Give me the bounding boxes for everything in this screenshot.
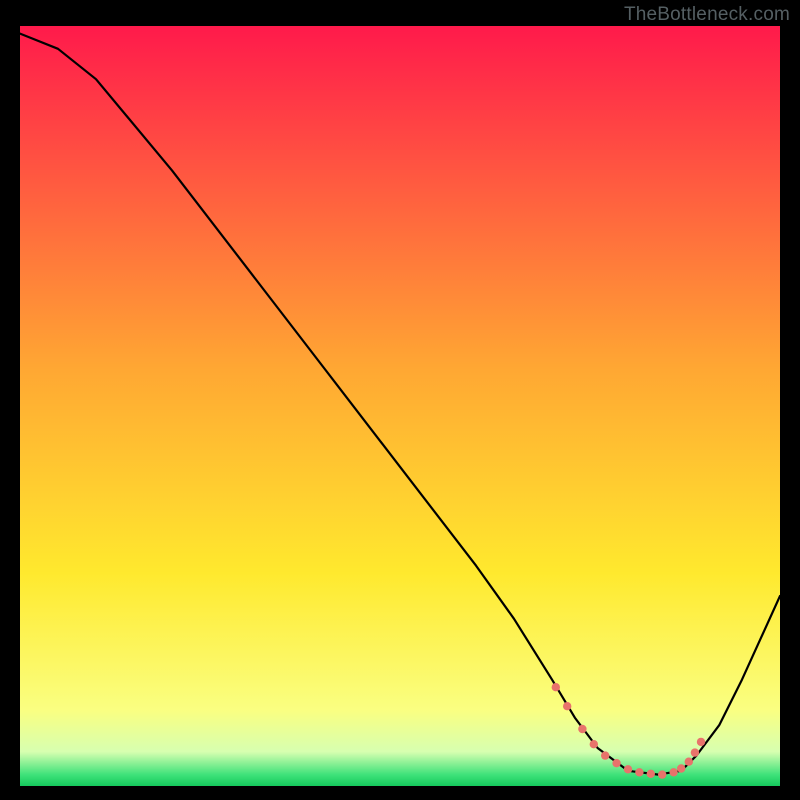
highlight-dot — [697, 738, 705, 746]
highlight-dot — [563, 702, 571, 710]
highlight-dot — [635, 768, 643, 776]
highlight-dot — [691, 748, 699, 756]
attribution-text: TheBottleneck.com — [624, 4, 790, 26]
highlight-dot — [578, 725, 586, 733]
plot-area — [20, 26, 780, 786]
gradient-background — [20, 26, 780, 786]
chart-svg — [20, 26, 780, 786]
highlight-dot — [601, 751, 609, 759]
highlight-dot — [658, 770, 666, 778]
highlight-dot — [624, 765, 632, 773]
chart-container: TheBottleneck.com — [0, 0, 800, 800]
highlight-dot — [677, 764, 685, 772]
highlight-dot — [552, 683, 560, 691]
highlight-dot — [612, 759, 620, 767]
highlight-dot — [669, 768, 677, 776]
highlight-dot — [647, 770, 655, 778]
highlight-dot — [685, 758, 693, 766]
highlight-dot — [590, 740, 598, 748]
